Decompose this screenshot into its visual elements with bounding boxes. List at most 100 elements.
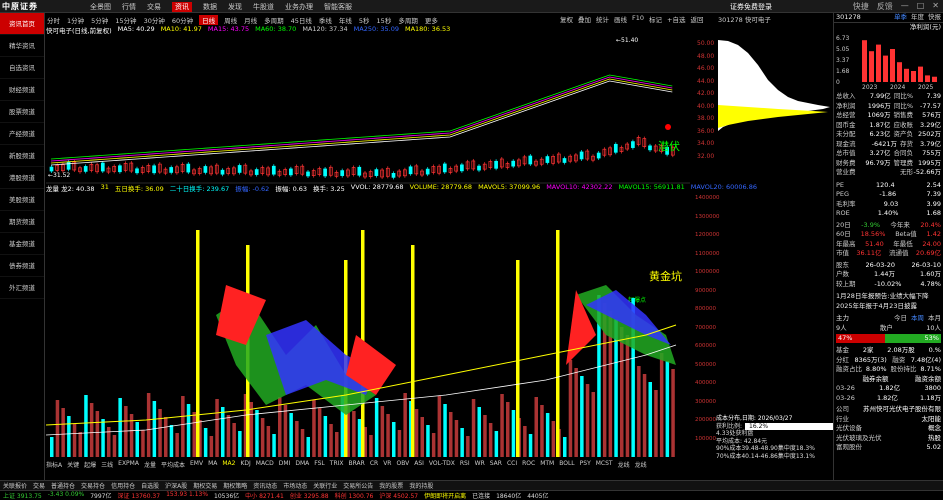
indicator-tab-29[interactable]: PSY (580, 460, 591, 469)
period-14[interactable]: 15秒 (376, 15, 393, 25)
indicator-tab-23[interactable]: WR (475, 460, 485, 469)
window-control-2[interactable]: — (901, 1, 909, 12)
window-control-4[interactable]: ✕ (932, 1, 939, 12)
sidebar-item-5[interactable]: 产经频道 (0, 123, 44, 145)
indicator-tab-21[interactable]: VOL-TDX (429, 460, 455, 469)
tool-3[interactable]: 画线 (614, 14, 627, 24)
indicator-tab-15[interactable]: TRIX (330, 460, 344, 469)
indicator-tab-19[interactable]: OBV (396, 460, 409, 469)
sidebar-item-0[interactable]: 资讯首页 (0, 13, 44, 35)
sidebar-item-8[interactable]: 美股频道 (0, 189, 44, 211)
period-7[interactable]: 周线 (223, 15, 238, 25)
period-6[interactable]: 日线 (199, 14, 219, 25)
indicator-tab-26[interactable]: ROC (522, 460, 535, 469)
status-item-0[interactable]: 关联报价 (3, 481, 27, 490)
menu-item-8[interactable]: 智能客服 (324, 2, 352, 12)
menu-item-3[interactable]: 资讯 (172, 2, 192, 12)
login-link[interactable]: 证券免费登录 (730, 2, 772, 12)
status-item-6[interactable]: 沪深A股 (165, 481, 187, 490)
menu-item-4[interactable]: 数据 (203, 2, 217, 12)
window-control-3[interactable]: □ (917, 1, 925, 12)
menu-item-1[interactable]: 行情 (122, 2, 136, 12)
sidebar-item-2[interactable]: 自选资讯 (0, 57, 44, 79)
indicator-tab-12[interactable]: DMI (279, 460, 291, 469)
status-item-12[interactable]: 交易所公告 (343, 481, 373, 490)
tool-1[interactable]: 叠加 (578, 14, 591, 24)
sidebar-item-9[interactable]: 期货频道 (0, 211, 44, 233)
indicator-tab-30[interactable]: MCST (596, 460, 613, 469)
sidebar-item-7[interactable]: 港股频道 (0, 167, 44, 189)
tool-2[interactable]: 统计 (596, 14, 609, 24)
indicator-tab-17[interactable]: CR (370, 460, 378, 469)
indicator-tab-28[interactable]: BOLL (559, 460, 574, 469)
period-11[interactable]: 季线 (318, 15, 333, 25)
sidebar-item-3[interactable]: 财经频道 (0, 79, 44, 101)
period-1[interactable]: 1分钟 (66, 15, 85, 25)
sidebar-item-11[interactable]: 债券频道 (0, 255, 44, 277)
kline-chart[interactable]: 潜伏黄金坑起爆点←51.40←31.52 (46, 35, 690, 458)
rp-tab-0[interactable]: 单季 (894, 13, 907, 22)
period-0[interactable]: 分时 (46, 15, 61, 25)
status-item-3[interactable]: 交易持仓 (81, 481, 105, 490)
sidebar-item-1[interactable]: 精华资讯 (0, 35, 44, 57)
notice-2[interactable]: 2025年年报于4月23日披露 (834, 302, 943, 312)
indicator-tab-22[interactable]: RSI (460, 460, 470, 469)
tool-6[interactable]: +自选 (667, 14, 685, 24)
period-13[interactable]: 5秒 (358, 15, 371, 25)
window-control-0[interactable]: 快捷 (853, 1, 869, 12)
indicator-tab-16[interactable]: BRAR (349, 460, 365, 469)
notice-1[interactable]: 1月28日年报预告:业绩大幅下降 (834, 292, 943, 302)
indicator-tab-4[interactable]: EXPMA (118, 460, 139, 469)
menu-item-6[interactable]: 牛股道 (253, 2, 274, 12)
period-3[interactable]: 15分钟 (114, 15, 137, 25)
tool-7[interactable]: 返回 (690, 14, 703, 24)
status-item-1[interactable]: 交易 (33, 481, 45, 490)
rp-tab-1[interactable]: 年度 (911, 13, 924, 22)
period-4[interactable]: 30分钟 (143, 15, 166, 25)
period-9[interactable]: 多周期 (263, 15, 285, 25)
sidebar-item-6[interactable]: 新股频道 (0, 145, 44, 167)
flow-tab-0[interactable]: 今日 (894, 314, 907, 324)
indicator-tab-8[interactable]: MA (208, 460, 217, 469)
indicator-tab-5[interactable]: 龙量 (144, 460, 156, 469)
status-item-10[interactable]: 市场动态 (283, 481, 307, 490)
status-item-5[interactable]: 自选股 (141, 481, 159, 490)
status-item-9[interactable]: 资讯动态 (253, 481, 277, 490)
menu-item-7[interactable]: 业务办理 (285, 2, 313, 12)
indicator-tab-2[interactable]: 起爆 (84, 460, 96, 469)
sidebar-item-12[interactable]: 外汇频道 (0, 277, 44, 299)
indicator-tab-9[interactable]: MA2 (222, 460, 235, 469)
rp-tab-2[interactable]: 快报 (928, 13, 941, 22)
menu-item-0[interactable]: 全景图 (90, 2, 111, 12)
period-16[interactable]: 更多 (424, 15, 439, 25)
indicator-tab-7[interactable]: EMV (190, 460, 203, 469)
indicator-tab-14[interactable]: FSL (314, 460, 325, 469)
sidebar-item-4[interactable]: 股票频道 (0, 101, 44, 123)
flow-tab-1[interactable]: 本周 (911, 314, 924, 324)
period-5[interactable]: 60分钟 (171, 15, 194, 25)
indicator-tab-6[interactable]: 平均成本 (161, 460, 185, 469)
indicator-tab-27[interactable]: MTM (540, 460, 554, 469)
period-12[interactable]: 年线 (338, 15, 353, 25)
indicator-tab-24[interactable]: SAR (490, 460, 502, 469)
status-item-4[interactable]: 信用持仓 (111, 481, 135, 490)
indicator-tab-1[interactable]: 关键 (67, 460, 79, 469)
indicator-tab-13[interactable]: DMA (295, 460, 309, 469)
status-item-2[interactable]: 普通持仓 (51, 481, 75, 490)
flow-tab-2[interactable]: 本月 (928, 314, 941, 324)
period-8[interactable]: 月线 (243, 15, 258, 25)
status-item-13[interactable]: 我的股票 (379, 481, 403, 490)
menu-item-5[interactable]: 发现 (228, 2, 242, 12)
tool-5[interactable]: 标记 (649, 14, 662, 24)
indicator-tab-31[interactable]: 龙线 (618, 460, 630, 469)
status-item-8[interactable]: 期权策略 (223, 481, 247, 490)
indicator-tab-25[interactable]: CCI (507, 460, 517, 469)
indicator-tab-10[interactable]: KDJ (240, 460, 250, 469)
tool-4[interactable]: F10 (632, 14, 644, 24)
sidebar-item-10[interactable]: 基金频道 (0, 233, 44, 255)
menu-item-2[interactable]: 交易 (147, 2, 161, 12)
period-10[interactable]: 45日线 (290, 15, 313, 25)
window-control-1[interactable]: 反馈 (877, 1, 893, 12)
indicator-tab-32[interactable]: 龙线 (635, 460, 647, 469)
indicator-tab-20[interactable]: ASI (414, 460, 424, 469)
